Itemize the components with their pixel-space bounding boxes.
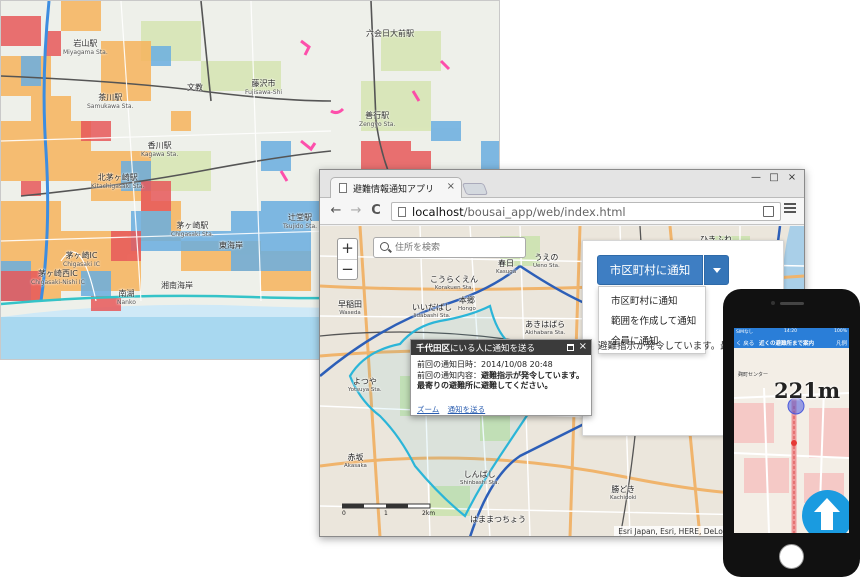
map-label: 善行駅 Zengyo Sta. <box>359 111 396 128</box>
window-close-button[interactable]: × <box>784 172 800 183</box>
popup-close-button[interactable]: × <box>579 341 587 352</box>
carrier-label: SIMなし <box>736 330 754 335</box>
popup-body: 前回の通知日時：2014/10/08 20:48 前回の通知内容：避難指示が発令… <box>417 360 587 392</box>
browser-toolbar: ← → C localhost/bousai_app/web/index.htm… <box>320 198 804 225</box>
map-label: 南湖 Nanko <box>117 289 136 306</box>
map-label: いいだばし Iidabashi Sta. <box>412 303 452 320</box>
map-label: 湘南海岸 <box>161 281 193 290</box>
hamburger-menu-icon[interactable] <box>784 203 796 215</box>
address-bar[interactable]: localhost/bousai_app/web/index.html <box>391 202 781 221</box>
map-label: しんばし Shinbashi Sta. <box>460 470 500 487</box>
phone-screen: SIMなし 14:20 100% く 戻る 近くの避難所まで案内 凡例 麹町セン… <box>734 328 849 533</box>
map-label: 岩山駅 Miyagama Sta. <box>63 39 108 56</box>
back-button[interactable]: く 戻る <box>736 339 754 347</box>
zoom-out-button[interactable]: − <box>338 259 357 279</box>
map-label: 東海岸 <box>219 241 243 250</box>
up-arrow-icon <box>814 498 840 530</box>
scale-label: 2km <box>422 510 436 517</box>
forward-arrow-icon[interactable]: → <box>348 203 364 219</box>
map-label: 藤沢市 Fujisawa-Shi <box>245 79 283 96</box>
popup-title: 千代田区にいる人に通知を送る <box>416 344 536 354</box>
url-text[interactable]: localhost/bousai_app/web/index.html <box>412 205 626 219</box>
last-notified-content: 前回の通知内容：避難指示が発令しています。最寄りの避難所に避難してください。 <box>417 370 584 391</box>
home-button[interactable] <box>779 544 804 569</box>
map-label: うえの Ueno Sta. <box>533 253 560 270</box>
district-popup: 千代田区にいる人に通知を送る × 前回の通知日時：2014/10/08 20:4… <box>410 339 592 416</box>
map-label: 春日 Kasuga <box>496 259 517 276</box>
tab-title: 避難情報通知アプリ <box>353 185 435 195</box>
nav-title: 近くの避難所まで案内 <box>759 341 815 347</box>
direction-arrow-button[interactable] <box>802 490 849 533</box>
distance-readout: 221m <box>774 378 841 403</box>
camera-icon <box>771 301 775 305</box>
zoom-in-button[interactable]: + <box>338 239 357 259</box>
legend-button[interactable]: 凡例 <box>836 339 847 347</box>
panel-status-text: 避難指示が発令しています。最 <box>598 341 730 352</box>
map-label: あきはばら Akihabara Sta. <box>525 320 566 337</box>
window-minimize-button[interactable]: — <box>748 172 764 183</box>
map-label: よつや Yotsuya Sta. <box>348 377 382 394</box>
menu-item-notify-area[interactable]: 範囲を作成して通知 <box>599 310 705 330</box>
phone-nav-bar: く 戻る 近くの避難所まで案内 凡例 <box>734 336 849 348</box>
phone-status-bar: SIMなし 14:20 100% <box>734 328 849 336</box>
map-label: 勝どき Kachidoki <box>610 485 637 502</box>
map-label: 北茅ヶ崎駅 Kitachigasaki Sta. <box>91 173 145 190</box>
map-label: 早稲田 Waseda <box>338 300 362 317</box>
reload-icon[interactable]: C <box>368 203 384 219</box>
page-icon <box>398 207 406 217</box>
scale-label: 0 <box>342 510 346 517</box>
map-label: 茶川駅 Samukawa Sta. <box>87 93 134 110</box>
last-notified-time: 前回の通知日時：2014/10/08 20:48 <box>417 360 553 369</box>
extension-icon[interactable] <box>763 206 774 217</box>
map-label: 赤坂 Akasaka <box>344 453 367 470</box>
map-label: こうらくえん Korakuen Sta. <box>430 275 478 292</box>
scale-label: 1 <box>384 510 388 517</box>
map-label: 辻堂駅 Tsujido Sta. <box>283 213 318 230</box>
maximize-icon[interactable] <box>567 344 574 351</box>
battery-label: 100% <box>834 329 847 334</box>
new-tab-button[interactable] <box>461 183 489 195</box>
clock-label: 14:20 <box>784 329 797 334</box>
map-label: 香川駅 Kagawa Sta. <box>141 141 179 158</box>
document-icon <box>339 183 347 193</box>
popup-links: ズーム 通知を送る <box>417 404 491 415</box>
screenshot-stage: 岩山駅 Miyagama Sta. 藤沢市 Fujisawa-Shi 善行駅 Zeng… <box>0 0 860 577</box>
map-label: 茅ヶ崎IC Chigasaki IC <box>63 251 100 268</box>
menu-item-notify-municipality[interactable]: 市区町村に通知 <box>599 290 705 310</box>
browser-tab[interactable]: 避難情報通知アプリ × <box>330 177 462 198</box>
map-label: 茅ヶ崎駅 Chigasaki Sta. <box>171 221 214 238</box>
notify-dropdown-toggle[interactable] <box>704 255 729 285</box>
send-notification-link[interactable]: 通知を送る <box>448 405 486 414</box>
map-label: 本郷 Hongo <box>458 296 476 313</box>
tab-close-button[interactable]: × <box>447 181 455 192</box>
zoom-control: + − <box>337 238 358 280</box>
destination-label: 麹町センター <box>738 372 769 378</box>
notify-municipality-button[interactable]: 市区町村に通知 <box>597 255 703 285</box>
map-label: 茅ヶ崎西IC Chigasaki-Nishi IC <box>31 269 85 286</box>
map-label: 六会日大前駅 <box>366 29 414 38</box>
zoom-link[interactable]: ズーム <box>417 405 439 414</box>
search-icon[interactable] <box>380 242 389 251</box>
address-search-input[interactable] <box>395 240 521 255</box>
popup-header: 千代田区にいる人に通知を送る × <box>411 340 591 355</box>
back-arrow-icon[interactable]: ← <box>328 203 344 219</box>
smartphone: SIMなし 14:20 100% く 戻る 近くの避難所まで案内 凡例 麹町セン… <box>723 289 860 577</box>
scale-bar: 0 1 2km <box>342 503 436 517</box>
caret-down-icon <box>713 268 721 273</box>
map-label: 文教 <box>187 83 203 92</box>
speaker-grille <box>780 302 804 305</box>
map-label: はままつちょう <box>470 515 526 524</box>
address-search <box>373 237 526 258</box>
browser-titlebar: 避難情報通知アプリ × — □ × <box>320 170 804 198</box>
window-maximize-button[interactable]: □ <box>766 172 782 183</box>
